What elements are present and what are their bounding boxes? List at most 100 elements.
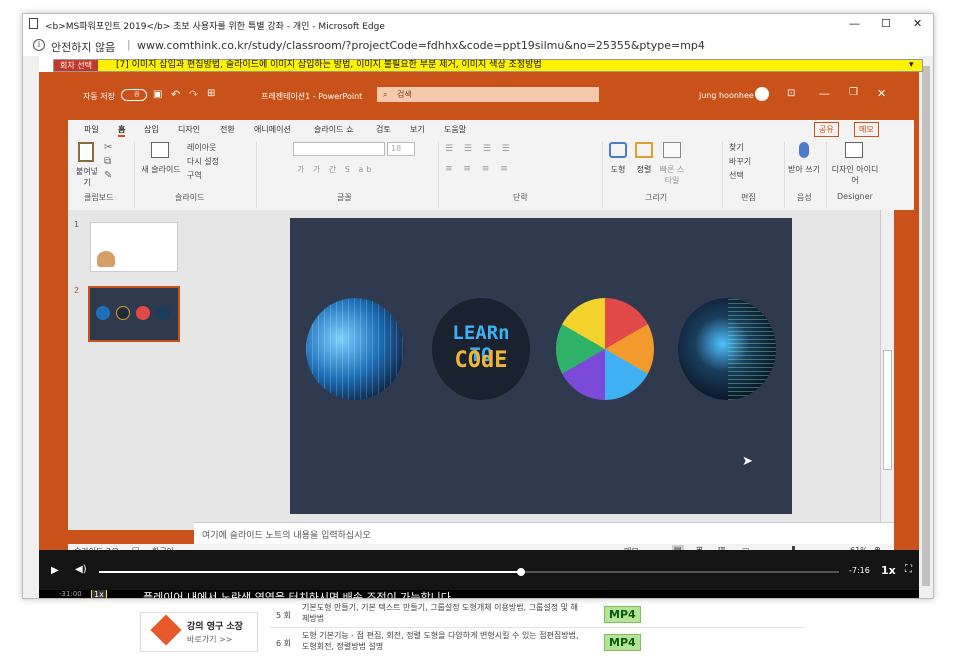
quick-styles-icon[interactable] (663, 142, 681, 158)
paste-label[interactable]: 붙여넣기 (74, 166, 100, 188)
autosave-toggle[interactable]: 끔 (121, 89, 147, 101)
search-placeholder: 검색 (397, 90, 412, 99)
microphone-icon[interactable] (799, 142, 809, 158)
thumbnail-pane: 1 2 (68, 210, 194, 530)
slide-image-matrix-eye[interactable] (678, 298, 776, 400)
mp4-badge[interactable]: MP4 (604, 606, 641, 623)
format-painter-icon[interactable]: ✎ (104, 170, 112, 181)
thumb-number-active: 2 (74, 286, 80, 295)
list-item[interactable]: 5 회 기본도형 만들기, 기본 텍스트 만들기, 그룹설정 도형개체 이용방법… (270, 600, 806, 628)
arrange-icon[interactable] (635, 142, 653, 158)
align-buttons[interactable]: ≡ ≡ ≡ ≡ (445, 164, 512, 174)
slide-image-learn-to-code[interactable]: LEARn TO COdE (432, 298, 530, 400)
copy-icon[interactable]: ⧉ (104, 156, 111, 167)
cut-icon[interactable]: ✂ (104, 142, 112, 153)
security-label: 안전하지 않음 (51, 41, 116, 54)
maximize-button[interactable]: ☐ (881, 17, 891, 30)
fullscreen-icon[interactable]: ⛶ (905, 564, 912, 575)
undo-icon[interactable]: ↶ (171, 88, 180, 101)
tab-insert[interactable]: 삽입 (144, 124, 159, 135)
paragraph-group-label: 단락 (513, 193, 528, 202)
close-button[interactable]: ✕ (913, 17, 922, 30)
permanent-ownership-banner[interactable]: 강의 영구 소장 바로가기 >> (140, 612, 258, 652)
slide-thumbnail-1[interactable] (90, 222, 178, 272)
reset-button[interactable]: 다시 설정 (187, 156, 219, 167)
ribbon: 파일 홈 삽입 디자인 전환 애니메이션 슬라이드 쇼 검토 보기 도움말 공유… (68, 120, 914, 210)
present-icon[interactable]: ⊞ (207, 88, 215, 99)
left-speed-button[interactable]: 1x (91, 590, 107, 598)
user-name: jung hoonhee (699, 91, 754, 100)
shapes-icon[interactable] (609, 142, 627, 158)
font-size-field[interactable]: 18 (387, 142, 415, 156)
redo-icon[interactable]: ↷ (189, 88, 198, 101)
arrange-label[interactable]: 정렬 (633, 164, 655, 175)
comments-button[interactable]: 메모 (854, 122, 879, 137)
left-gutter (23, 56, 39, 598)
ppt-minimize-button[interactable]: — (819, 87, 830, 100)
tab-home[interactable]: 홈 (118, 124, 126, 137)
play-icon[interactable]: ▶ (51, 565, 59, 576)
section-button[interactable]: 구역 (187, 170, 202, 181)
lesson-description: 기본도형 만들기, 기본 텍스트 만들기, 그룹설정 도형개체 이용방법, 그룹… (302, 603, 578, 623)
banner-link[interactable]: 바로가기 >> (187, 634, 232, 645)
volume-icon[interactable]: ◀) (75, 564, 87, 575)
replace-button[interactable]: 바꾸기 (729, 156, 751, 167)
course-bar[interactable]: 회차 선택 [7] 이미지 삽입과 편집방법, 슬라이드에 이미지 삽입하는 방… (53, 59, 923, 72)
slide-scrollbar[interactable] (880, 210, 894, 522)
page-scrollbar[interactable] (919, 56, 933, 598)
layout-button[interactable]: 레이아웃 (187, 142, 216, 153)
font-format-buttons[interactable]: 가 가 간 S ab (297, 164, 374, 175)
share-button[interactable]: 공유 (814, 122, 839, 137)
list-item[interactable]: 6 회 도형 기본기능 - 점 편집, 회전, 정렬 도형을 다양하게 변형시킬… (270, 630, 806, 656)
paste-icon[interactable] (78, 142, 94, 162)
editing-group: 찾기 바꾸기 선택 편집 (722, 142, 782, 208)
list-buttons[interactable]: ☰ ☰ ☰ ☰ (445, 144, 514, 154)
course-select-button[interactable]: 회차 선택 (54, 60, 98, 71)
seek-bar-thumb[interactable] (516, 568, 525, 576)
design-ideas-icon[interactable] (845, 142, 863, 158)
ppt-close-button[interactable]: ✕ (877, 87, 886, 100)
address-bar[interactable]: i 안전하지 않음 | www.comthink.co.kr/study/cla… (23, 36, 933, 56)
url-text[interactable]: www.comthink.co.kr/study/classroom/?proj… (137, 39, 705, 52)
new-slide-label[interactable]: 새 슬라이드 (139, 164, 183, 175)
shapes-label[interactable]: 도형 (607, 164, 629, 175)
speed-button[interactable]: 1x (881, 564, 896, 577)
drawing-group: 도형 정렬 빠른 스타일 그리기 (602, 142, 720, 208)
thumb-number: 1 (74, 220, 80, 229)
tab-transitions[interactable]: 전환 (220, 124, 235, 135)
ppt-restore-button[interactable]: ❐ (849, 87, 858, 98)
seek-bar[interactable] (99, 568, 839, 576)
ribbon-display-icon[interactable]: ⊡ (787, 88, 795, 99)
chevron-down-icon[interactable]: ▾ (909, 60, 914, 71)
dictate-label[interactable]: 받아 쓰기 (787, 164, 821, 175)
find-button[interactable]: 찾기 (729, 142, 744, 153)
tab-slideshow[interactable]: 슬라이드 쇼 (314, 124, 353, 135)
tab-view[interactable]: 보기 (410, 124, 425, 135)
designer-group-label: Designer (837, 192, 873, 201)
subtitle-strip: -31:00 1x 플레이어 내에서 노란색 영역을 터치하시면 배속 조정이 … (39, 590, 919, 599)
design-ideas-label[interactable]: 디자인 아이디어 (831, 164, 879, 186)
subtitle-text: 플레이어 내에서 노란색 영역을 터치하시면 배속 조정이 가능합니다 (143, 591, 451, 599)
avatar[interactable] (755, 87, 769, 101)
tab-file[interactable]: 파일 (84, 124, 99, 135)
slide-thumbnail-2[interactable] (88, 286, 180, 342)
browser-window: <b>MS파워포인트 2019</b> 초보 사용자를 위한 특별 강좌 - 개… (22, 13, 934, 599)
select-button[interactable]: 선택 (729, 170, 744, 181)
slide-canvas[interactable]: LEARn TO COdE ➤ (290, 218, 792, 514)
minimize-button[interactable]: — (849, 17, 860, 30)
slide-image-programming-languages[interactable] (556, 298, 654, 400)
search-box[interactable]: ⌕ 검색 (377, 87, 599, 102)
tab-review[interactable]: 검토 (376, 124, 391, 135)
slide-image-binary-sphere[interactable] (306, 298, 404, 400)
mp4-badge[interactable]: MP4 (604, 634, 641, 651)
notes-pane[interactable]: 여기에 슬라이드 노트의 내용을 입력하십시오 (194, 522, 894, 544)
tab-design[interactable]: 디자인 (178, 124, 200, 135)
save-icon[interactable]: ▣ (153, 89, 162, 100)
info-icon[interactable]: i (33, 39, 45, 51)
font-name-field[interactable] (293, 142, 385, 156)
tab-animations[interactable]: 애니메이션 (254, 124, 291, 135)
window-title: <b>MS파워포인트 2019</b> 초보 사용자를 위한 특별 강좌 - 개… (45, 22, 385, 32)
tab-help[interactable]: 도움말 (444, 124, 466, 135)
quick-styles-label[interactable]: 빠른 스타일 (659, 164, 685, 186)
new-slide-icon[interactable] (151, 142, 169, 158)
